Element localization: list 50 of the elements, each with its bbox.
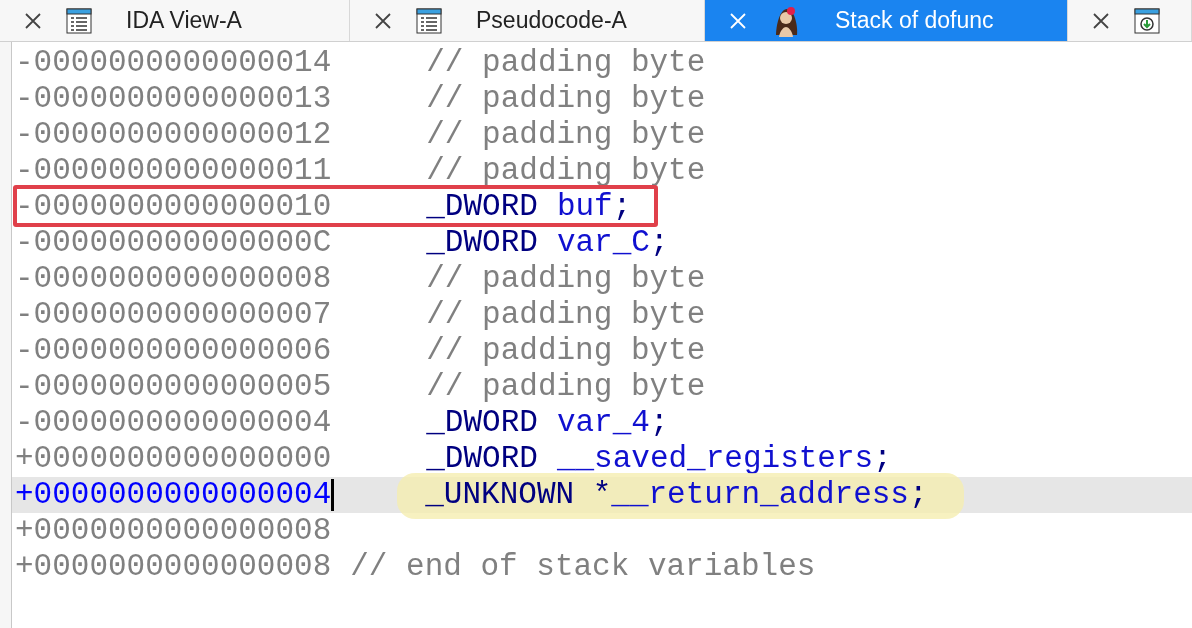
list-window-icon xyxy=(416,7,442,34)
close-icon[interactable] xyxy=(24,11,42,30)
code-comment: // padding byte xyxy=(426,261,706,297)
stack-offset: +0000000000000004 xyxy=(15,477,332,513)
code-comment: // padding byte xyxy=(426,333,706,369)
code-comment: // end of stack variables xyxy=(350,549,816,585)
stack-offset: -0000000000000004 xyxy=(15,405,332,441)
text-cursor xyxy=(331,479,335,511)
stack-offset: -0000000000000011 xyxy=(15,153,332,189)
stack-offset: -0000000000000005 xyxy=(15,369,332,405)
punctuation: ; xyxy=(908,477,928,513)
code-comment: // padding byte xyxy=(426,153,706,189)
code-comment: // padding byte xyxy=(426,117,706,153)
stack-offset: +0000000000000000 xyxy=(15,441,332,477)
type-name: _DWORD xyxy=(426,441,538,477)
close-icon[interactable] xyxy=(1092,11,1110,30)
type-name: _DWORD xyxy=(426,405,538,441)
punctuation: ; xyxy=(649,225,669,261)
type-name: _UNKNOWN * xyxy=(425,477,612,513)
stack-offset: -0000000000000013 xyxy=(15,81,332,117)
punctuation: ; xyxy=(649,405,669,441)
tab[interactable] xyxy=(1068,0,1192,41)
list-window-icon xyxy=(66,7,92,34)
variable-name: var_4 xyxy=(556,405,650,441)
stack-offset: -0000000000000008 xyxy=(15,261,332,297)
code-comment: // padding byte xyxy=(426,369,706,405)
stack-offset: -0000000000000010 xyxy=(15,189,332,225)
variable-name: var_C xyxy=(556,225,650,261)
variable-name: buf xyxy=(556,189,613,225)
code-comment: // padding byte xyxy=(426,81,706,117)
stack-offset: -000000000000000C xyxy=(15,225,332,261)
close-icon[interactable] xyxy=(374,11,392,30)
stack-offset: +0000000000000008 xyxy=(15,549,332,585)
variable-name: __return_address xyxy=(611,477,909,513)
type-name: _DWORD xyxy=(426,225,538,261)
variable-name: __saved_registers xyxy=(556,441,874,477)
stack-offset: +0000000000000008 xyxy=(15,513,332,549)
stack-offset: -0000000000000006 xyxy=(15,333,332,369)
punctuation: ; xyxy=(873,441,892,477)
graph-window-icon xyxy=(1134,7,1160,34)
code-comment: // padding byte xyxy=(426,297,706,333)
tab[interactable]: Stack of dofunc xyxy=(705,0,1068,41)
stack-offset: -0000000000000012 xyxy=(15,117,332,153)
stack-offset: -0000000000000007 xyxy=(15,297,332,333)
code-comment: // padding byte xyxy=(426,45,706,81)
stack-offset: -0000000000000014 xyxy=(15,45,332,81)
tab[interactable]: IDA View-A xyxy=(0,0,350,41)
tab[interactable]: Pseudocode-A xyxy=(350,0,705,41)
punctuation: ; xyxy=(612,189,632,225)
type-name: _DWORD xyxy=(426,189,538,225)
